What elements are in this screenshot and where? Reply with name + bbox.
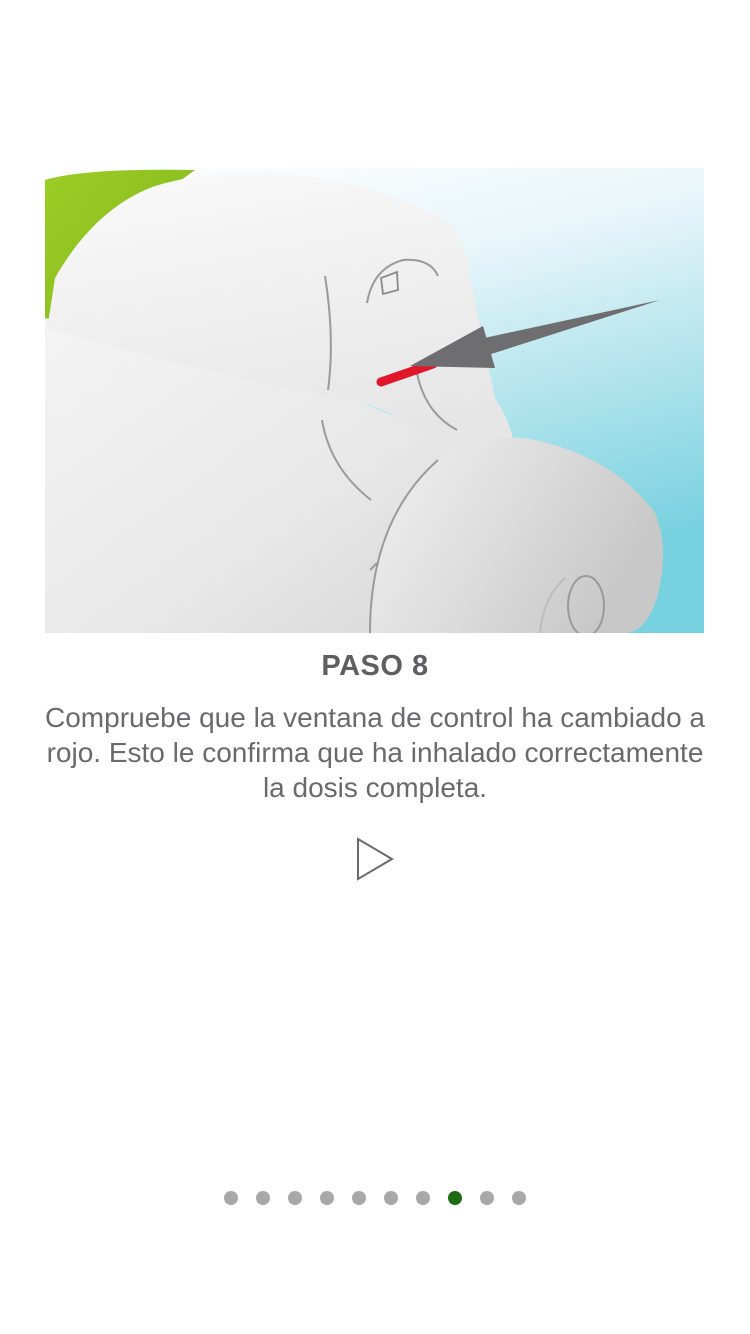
step-description: Compruebe que la ventana de control ha c…: [45, 702, 705, 803]
play-outline-icon: [357, 837, 394, 881]
page-indicator: [0, 1191, 750, 1207]
page-dot-4[interactable]: [320, 1191, 334, 1205]
page-dot-3[interactable]: [288, 1191, 302, 1205]
page-dot-6[interactable]: [384, 1191, 398, 1205]
tutorial-screen: PASO 8 Compruebe que la ventana de contr…: [0, 0, 750, 1334]
inhaler-illustration: [45, 168, 704, 633]
page-dot-9[interactable]: [480, 1191, 494, 1205]
page-dot-5[interactable]: [352, 1191, 366, 1205]
page-dot-7[interactable]: [416, 1191, 430, 1205]
step-title: PASO 8: [321, 650, 429, 682]
inhaler-image: [45, 168, 704, 633]
play-button[interactable]: [350, 835, 400, 885]
page-dot-10[interactable]: [512, 1191, 526, 1205]
page-dot-1[interactable]: [224, 1191, 238, 1205]
page-dot-8[interactable]: [448, 1191, 462, 1205]
page-dot-2[interactable]: [256, 1191, 270, 1205]
